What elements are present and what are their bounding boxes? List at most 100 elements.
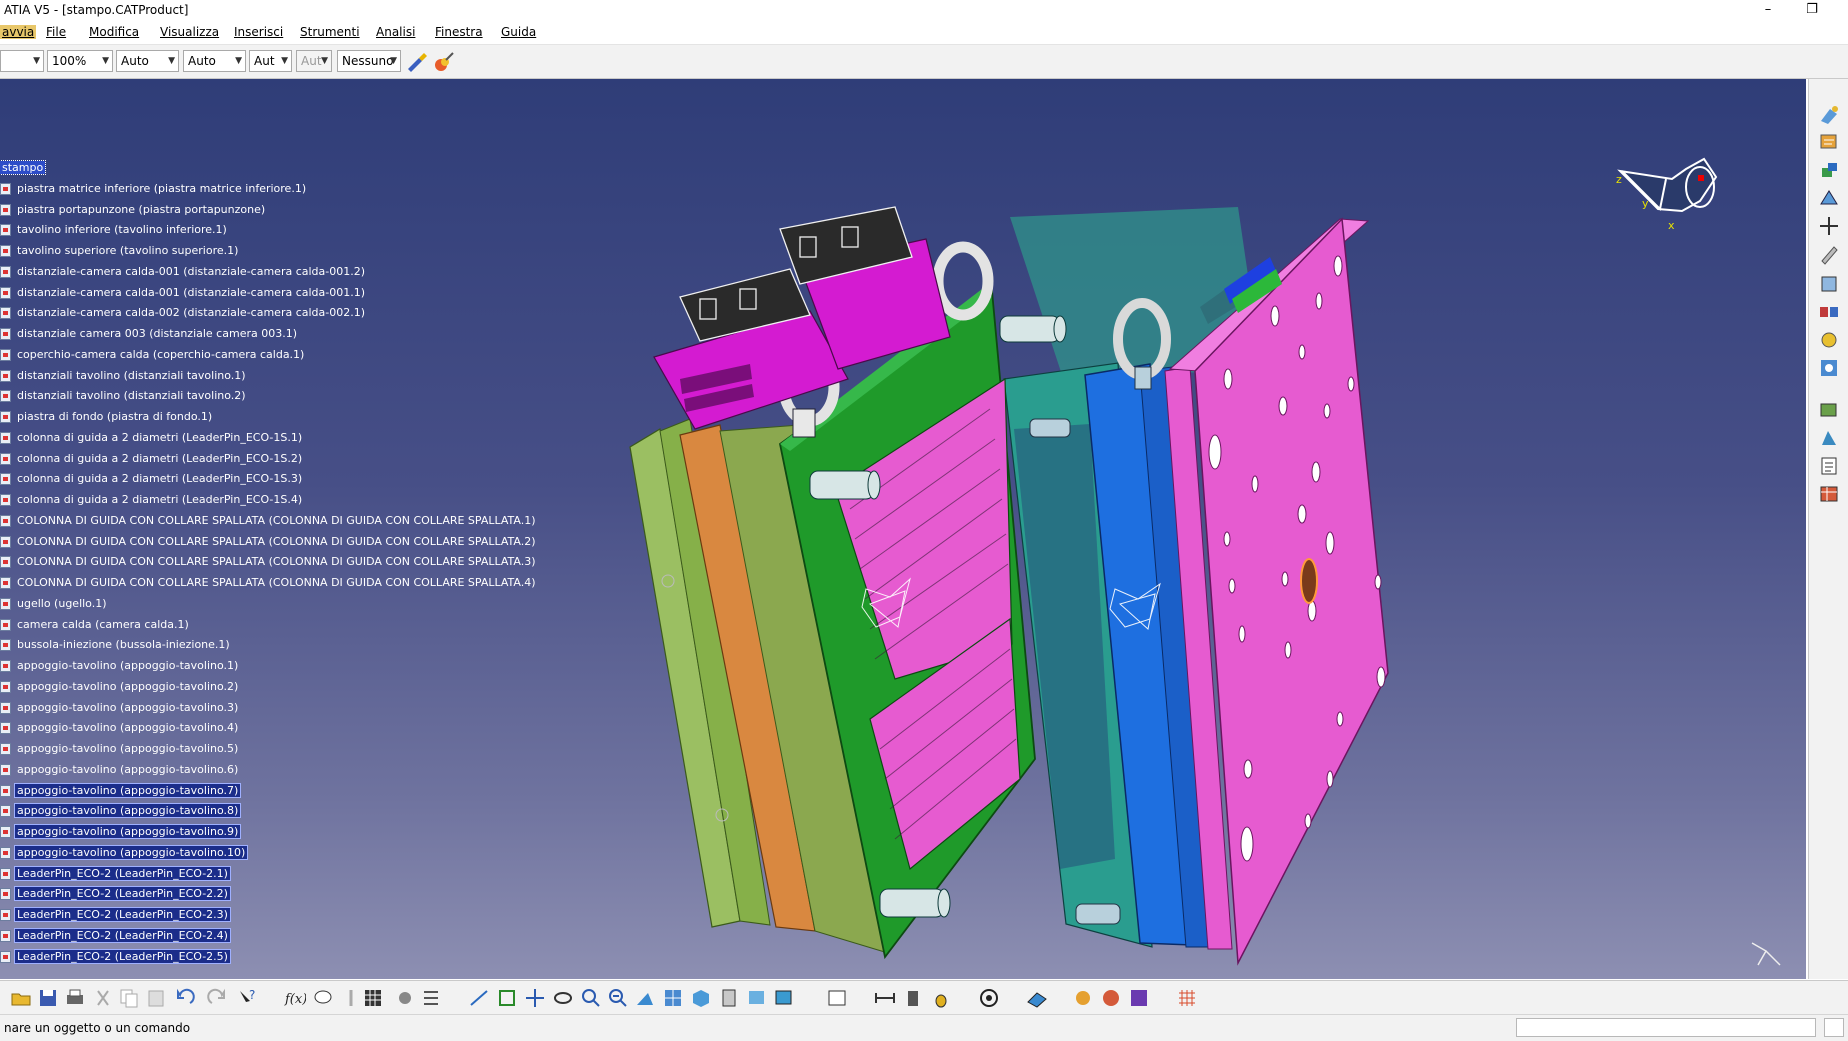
color-combo[interactable]: ▼ — [0, 50, 44, 72]
3d-viewport[interactable]: stampo piastra matrice inferiore (piastra… — [0, 79, 1806, 979]
menu-guida[interactable]: Guida — [501, 25, 536, 39]
paintbrush-icon[interactable] — [405, 50, 429, 74]
component-icon[interactable] — [1818, 159, 1840, 181]
section-icon[interactable] — [1818, 357, 1840, 379]
zoom-out-icon[interactable] — [607, 987, 629, 1009]
zoom-combo[interactable]: 100% ▼ — [47, 50, 113, 72]
title-bar: ATIA V5 - [stampo.CATProduct] – ❐ — [0, 0, 1848, 22]
whats-this-icon[interactable]: ? — [236, 987, 258, 1009]
menu-bar: avvia File Modifica Visualizza Inserisci… — [0, 22, 1848, 45]
compass-widget[interactable]: z y x — [1612, 151, 1730, 241]
scene-icon[interactable] — [1818, 427, 1840, 449]
pan-icon[interactable] — [524, 987, 546, 1009]
component-icon — [0, 265, 11, 278]
tree-node-label: distanziale-camera calda-001 (distanzial… — [17, 285, 366, 299]
component-icon — [0, 909, 11, 921]
bom-icon[interactable] — [1818, 455, 1840, 477]
copy-icon[interactable] — [118, 987, 140, 1009]
component-icon — [0, 348, 11, 361]
multi-view-icon[interactable] — [662, 987, 684, 1009]
paste-icon[interactable] — [145, 987, 167, 1009]
sketch-plane-icon[interactable] — [1026, 987, 1048, 1009]
param-icon[interactable] — [340, 987, 362, 1009]
color-picker-icon[interactable] — [432, 50, 456, 74]
component-icon — [0, 494, 11, 506]
scan-icon[interactable] — [978, 987, 1000, 1009]
render-style-combo[interactable]: Nessuno ▼ — [337, 50, 401, 72]
tree-node-label: LeaderPin_ECO-2 (LeaderPin_ECO-2.4) — [14, 927, 231, 943]
tree-node-label: colonna di guida a 2 diametri (LeaderPin… — [17, 472, 303, 486]
analysis-icon[interactable] — [420, 987, 442, 1009]
iso-view-icon[interactable] — [690, 987, 712, 1009]
cut-icon[interactable] — [92, 987, 114, 1009]
linetype-combo[interactable]: Auto ▼ — [116, 50, 179, 72]
tree-node-label: appoggio-tavolino (appoggio-tavolino.9) — [13, 824, 242, 839]
minimize-button[interactable]: – — [1748, 2, 1788, 20]
catalog-icon[interactable] — [1818, 399, 1840, 421]
move-icon[interactable] — [1818, 215, 1840, 237]
undo-icon[interactable] — [174, 987, 196, 1009]
swap-visible-icon[interactable] — [773, 987, 795, 1009]
product-icon[interactable] — [1818, 131, 1840, 153]
tree-node-label: bussola-iniezione (bussola-iniezione.1) — [17, 638, 230, 652]
status-bar: nare un oggetto o un comando — [0, 1014, 1848, 1041]
command-button[interactable] — [1824, 1018, 1844, 1037]
table-grid-icon[interactable] — [362, 987, 384, 1009]
tree-node-label: colonna di guida a 2 diametri (LeaderPin… — [17, 451, 303, 465]
restore-button[interactable]: ❐ — [1792, 2, 1832, 20]
zoom-in-icon[interactable] — [580, 987, 602, 1009]
manipulate-icon[interactable] — [1818, 243, 1840, 265]
shading-icon[interactable] — [718, 987, 740, 1009]
tree-node-label: COLONNA DI GUIDA CON COLLARE SPALLATA (C… — [17, 513, 536, 527]
measure-item-icon[interactable] — [902, 987, 924, 1009]
part-icon[interactable] — [1818, 187, 1840, 209]
thickness-combo[interactable]: Auto ▼ — [183, 50, 246, 72]
texture-icon[interactable] — [1128, 987, 1150, 1009]
fit-all-icon[interactable] — [496, 987, 518, 1009]
tree-node-label: appoggio-tavolino (appoggio-tavolino.3) — [17, 700, 239, 714]
explode-icon[interactable] — [1818, 301, 1840, 323]
redo-icon[interactable] — [206, 987, 228, 1009]
rotate-icon[interactable] — [552, 987, 574, 1009]
tree-node-label: tavolino inferiore (tavolino inferiore.1… — [17, 223, 227, 237]
measure-icon[interactable] — [394, 987, 416, 1009]
component-icon — [0, 224, 11, 237]
hide-show-icon[interactable] — [746, 987, 768, 1009]
menu-finestra[interactable]: Finestra — [435, 25, 483, 39]
inertia-icon[interactable] — [930, 987, 952, 1009]
menu-avvia[interactable]: avvia — [0, 25, 37, 39]
snap-icon[interactable] — [1818, 273, 1840, 295]
tree-node-label: distanziale-camera calda-002 (distanzial… — [17, 306, 366, 320]
print-icon[interactable] — [64, 987, 86, 1009]
knowledge-icon[interactable] — [312, 987, 334, 1009]
save-icon[interactable] — [37, 987, 59, 1009]
menu-visualizza[interactable]: Visualizza — [160, 25, 219, 39]
menu-inserisci[interactable]: Inserisci — [234, 25, 283, 39]
table-icon[interactable] — [1818, 483, 1840, 505]
tree-node-label: COLONNA DI GUIDA CON COLLARE SPALLATA (C… — [17, 534, 536, 548]
render-icon[interactable] — [1072, 987, 1094, 1009]
mold-assembly-model[interactable] — [0, 79, 1806, 979]
menu-file[interactable]: File — [46, 25, 66, 39]
menu-analisi[interactable]: Analisi — [376, 25, 415, 39]
open-icon[interactable] — [10, 987, 32, 1009]
menu-strumenti[interactable]: Strumenti — [300, 25, 360, 39]
formula-icon[interactable]: f(x) — [284, 987, 306, 1009]
material-icon[interactable] — [1100, 987, 1122, 1009]
tree-node-label: camera calda (camera calda.1) — [17, 617, 189, 631]
update-icon[interactable] — [826, 987, 848, 1009]
normal-view-icon[interactable] — [634, 987, 656, 1009]
tree-node-label: distanziali tavolino (distanziali tavoli… — [17, 368, 246, 382]
distance-icon[interactable] — [874, 987, 896, 1009]
fly-mode-icon[interactable] — [468, 987, 490, 1009]
layer-combo[interactable]: Aut ▼ — [249, 50, 292, 72]
command-input[interactable] — [1516, 1018, 1816, 1037]
clash-icon[interactable] — [1818, 329, 1840, 351]
grid-icon[interactable] — [1176, 987, 1198, 1009]
tree-node-label: colonna di guida a 2 diametri (LeaderPin… — [17, 493, 303, 506]
menu-modifica[interactable]: Modifica — [89, 25, 139, 39]
compass-z-label: z — [1616, 173, 1622, 186]
tree-node-label: LeaderPin_ECO-2 (LeaderPin_ECO-2.5) — [14, 948, 231, 964]
assembly-constraint-icon[interactable] — [1818, 103, 1840, 125]
component-icon — [0, 701, 11, 714]
